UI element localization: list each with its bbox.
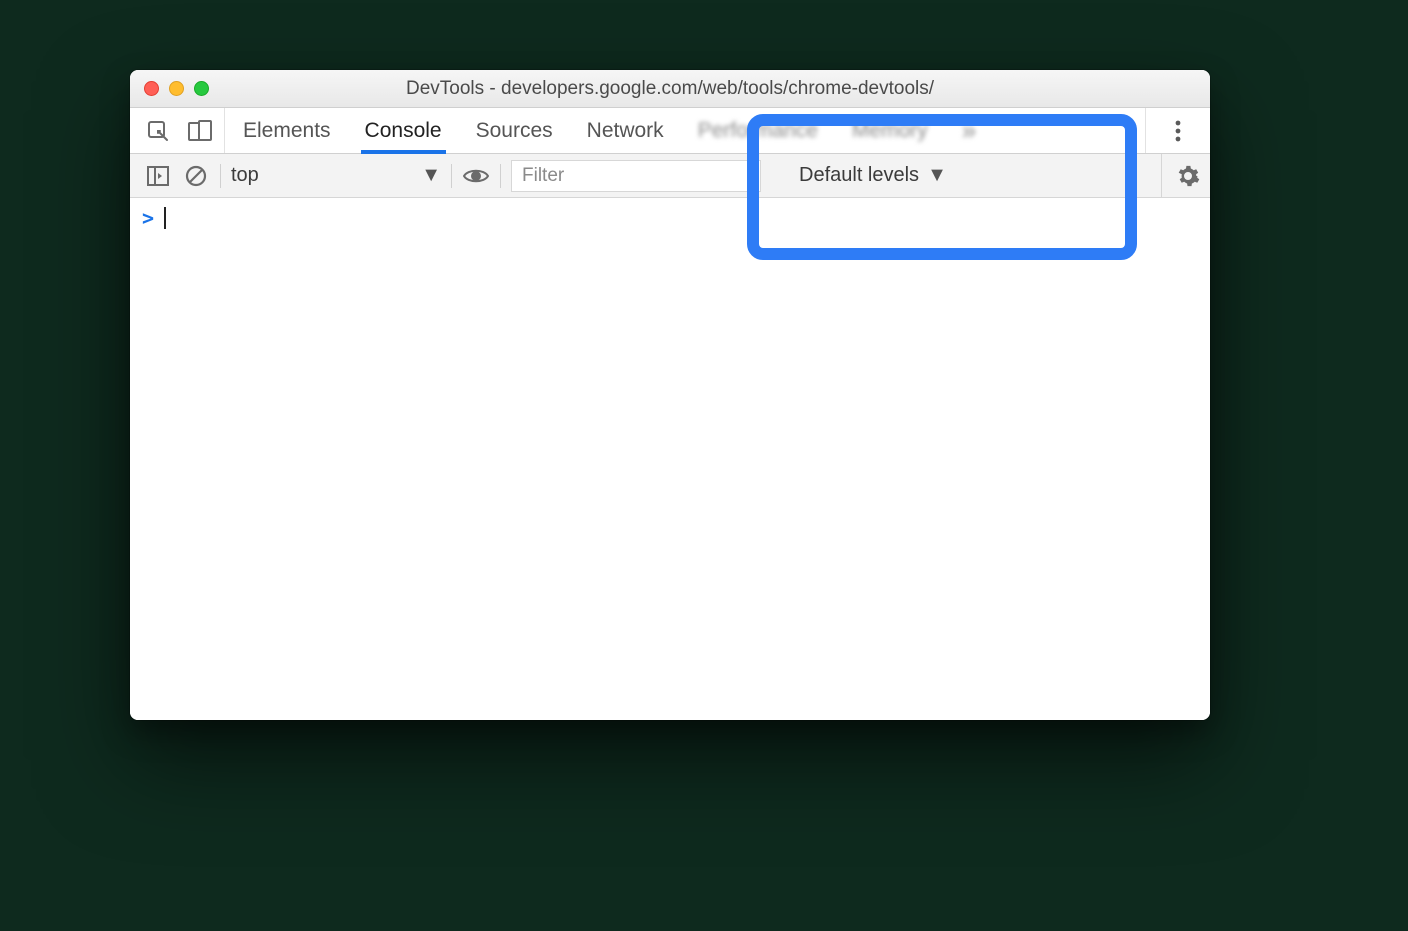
gear-icon[interactable]	[1174, 162, 1202, 190]
tab-label: Memory	[852, 119, 928, 143]
zoom-window-button[interactable]	[194, 81, 209, 96]
divider	[451, 164, 452, 188]
console-prompt[interactable]: >	[142, 206, 1198, 230]
inspect-element-icon[interactable]	[144, 117, 172, 145]
filter-input[interactable]	[511, 160, 761, 192]
text-caret	[164, 207, 166, 229]
clear-console-icon[interactable]	[182, 162, 210, 190]
toggle-device-toolbar-icon[interactable]	[186, 117, 214, 145]
kebab-menu-icon[interactable]	[1164, 117, 1192, 145]
tab-label: Performance	[698, 119, 818, 143]
more-options	[1145, 108, 1210, 153]
console-settings	[1161, 154, 1202, 197]
close-window-button[interactable]	[144, 81, 159, 96]
tab-console[interactable]: Console	[365, 108, 442, 153]
console-body[interactable]: >	[130, 198, 1210, 720]
tab-label: Sources	[476, 119, 553, 143]
tab-label: Elements	[243, 119, 331, 143]
inspect-tools	[130, 108, 225, 153]
tab-sources[interactable]: Sources	[476, 108, 553, 153]
prompt-chevron-icon: >	[142, 206, 154, 230]
divider	[220, 164, 221, 188]
caret-down-icon: ▼	[421, 164, 441, 187]
more-tabs-icon[interactable]: »	[962, 108, 976, 153]
caret-down-icon: ▼	[927, 164, 947, 187]
live-expression-eye-icon[interactable]	[462, 162, 490, 190]
panel-tabs: Elements Console Sources Network Perform…	[225, 108, 976, 153]
levels-label: Default levels	[799, 164, 919, 187]
console-toolbar: top ▼ Default levels ▼	[130, 154, 1210, 198]
execution-context-select[interactable]: top ▼	[231, 164, 441, 187]
tab-elements[interactable]: Elements	[243, 108, 331, 153]
window-title: DevTools - developers.google.com/web/too…	[130, 78, 1210, 100]
tab-memory[interactable]: Memory	[852, 108, 928, 153]
tab-label: Network	[587, 119, 664, 143]
minimize-window-button[interactable]	[169, 81, 184, 96]
devtools-window: DevTools - developers.google.com/web/too…	[130, 70, 1210, 720]
tab-performance[interactable]: Performance	[698, 108, 818, 153]
tab-network[interactable]: Network	[587, 108, 664, 153]
toggle-console-sidebar-icon[interactable]	[144, 162, 172, 190]
tabs-toolbar: Elements Console Sources Network Perform…	[130, 108, 1210, 154]
divider	[500, 164, 501, 188]
titlebar: DevTools - developers.google.com/web/too…	[130, 70, 1210, 108]
context-label: top	[231, 164, 259, 187]
window-controls	[130, 81, 209, 96]
log-levels-select[interactable]: Default levels ▼	[793, 164, 953, 187]
tab-label: Console	[365, 119, 442, 143]
